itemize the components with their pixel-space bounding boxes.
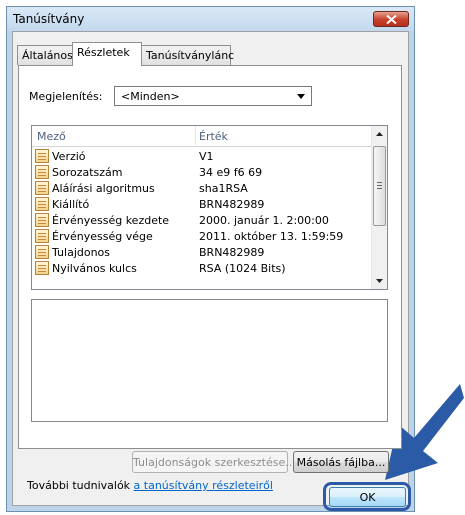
tab-details-label: Részletek bbox=[77, 46, 130, 59]
window-title: Tanúsítvány bbox=[13, 12, 85, 26]
tab-certification-path-label: Tanúsítványlánc bbox=[146, 49, 235, 62]
scroll-up-icon[interactable] bbox=[376, 132, 383, 136]
list-item[interactable]: Kiállító BRN482989 bbox=[32, 196, 373, 212]
column-header-value[interactable]: Érték bbox=[199, 130, 228, 143]
show-dropdown[interactable]: <Minden> bbox=[114, 86, 312, 106]
field-detail-box[interactable] bbox=[31, 299, 388, 422]
field-name: Nyilvános kulcs bbox=[52, 262, 137, 275]
field-value: 2011. október 13. 1:59:59 bbox=[199, 230, 344, 243]
field-name: Érvényesség vége bbox=[52, 230, 153, 243]
tab-general-label: Általános bbox=[22, 49, 73, 62]
chevron-down-icon bbox=[297, 94, 305, 99]
edit-properties-button[interactable]: Tulajdonságok szerkesztése... bbox=[132, 451, 296, 473]
list-scrollbar[interactable] bbox=[371, 126, 387, 289]
list-item[interactable]: Sorozatszám 34 e9 f6 69 bbox=[32, 164, 373, 180]
certificate-field-icon bbox=[35, 165, 49, 179]
certificate-field-icon bbox=[35, 229, 49, 243]
scrollbar-thumb[interactable] bbox=[373, 146, 386, 226]
field-value: 2000. január 1. 2:00:00 bbox=[199, 214, 329, 227]
tab-details[interactable]: Részletek bbox=[72, 42, 142, 66]
show-dropdown-value: <Minden> bbox=[121, 90, 180, 103]
certificate-field-icon bbox=[35, 149, 49, 163]
certificate-field-icon bbox=[35, 181, 49, 195]
copy-to-file-label: Másolás fájlba... bbox=[296, 456, 386, 469]
field-name: Sorozatszám bbox=[52, 166, 123, 179]
certificate-details-link[interactable]: a tanúsítvány részleteiről bbox=[134, 479, 273, 492]
more-info-text: További tudnivalók a tanúsítvány részlet… bbox=[27, 479, 273, 492]
field-value: sha1RSA bbox=[199, 182, 248, 195]
tab-certification-path[interactable]: Tanúsítványlánc bbox=[141, 45, 235, 65]
fields-list[interactable]: Mező Érték Verzió V1 Sorozatszám 34 e9 f… bbox=[31, 125, 388, 290]
scroll-down-icon[interactable] bbox=[376, 279, 383, 283]
field-value: RSA (1024 Bits) bbox=[199, 262, 286, 275]
tab-general[interactable]: Általános bbox=[17, 45, 73, 65]
details-panel: Megjelenítés: <Minden> Mező Érték Verzió bbox=[18, 65, 402, 473]
field-value: BRN482989 bbox=[199, 198, 265, 211]
field-name: Tulajdonos bbox=[52, 246, 111, 259]
list-item[interactable]: Tulajdonos BRN482989 bbox=[32, 244, 373, 260]
close-button[interactable] bbox=[373, 11, 409, 27]
show-label: Megjelenítés: bbox=[29, 90, 103, 103]
title-bar: Tanúsítvány bbox=[7, 7, 414, 31]
column-header-field[interactable]: Mező bbox=[37, 130, 66, 143]
certificate-field-icon bbox=[35, 197, 49, 211]
list-item[interactable]: Verzió V1 bbox=[32, 148, 373, 164]
list-item[interactable]: Aláírási algoritmus sha1RSA bbox=[32, 180, 373, 196]
more-info-prefix: További tudnivalók bbox=[27, 479, 134, 492]
copy-to-file-button[interactable]: Másolás fájlba... bbox=[293, 451, 389, 473]
close-icon bbox=[386, 15, 397, 24]
field-value: 34 e9 f6 69 bbox=[199, 166, 263, 179]
field-name: Kiállító bbox=[52, 198, 90, 211]
field-value: BRN482989 bbox=[199, 246, 265, 259]
list-rows: Verzió V1 Sorozatszám 34 e9 f6 69 Aláírá… bbox=[32, 148, 373, 276]
edit-properties-label: Tulajdonságok szerkesztése... bbox=[133, 456, 296, 469]
certificate-field-icon bbox=[35, 245, 49, 259]
column-divider[interactable] bbox=[195, 126, 196, 145]
list-item[interactable]: Érvényesség vége 2011. október 13. 1:59:… bbox=[32, 228, 373, 244]
certificate-field-icon bbox=[35, 261, 49, 275]
certificate-dialog: Tanúsítvány Általános Részletek Tanúsítv… bbox=[6, 6, 415, 512]
list-header: Mező Érték bbox=[32, 126, 373, 147]
dialog-client-area: Általános Részletek Tanúsítványlánc Megj… bbox=[12, 31, 409, 506]
list-item[interactable]: Érvényesség kezdete 2000. január 1. 2:00… bbox=[32, 212, 373, 228]
list-item[interactable]: Nyilvános kulcs RSA (1024 Bits) bbox=[32, 260, 373, 276]
field-name: Aláírási algoritmus bbox=[52, 182, 155, 195]
field-name: Érvényesség kezdete bbox=[52, 214, 170, 227]
field-name: Verzió bbox=[52, 150, 86, 163]
certificate-field-icon bbox=[35, 213, 49, 227]
field-value: V1 bbox=[199, 150, 214, 163]
